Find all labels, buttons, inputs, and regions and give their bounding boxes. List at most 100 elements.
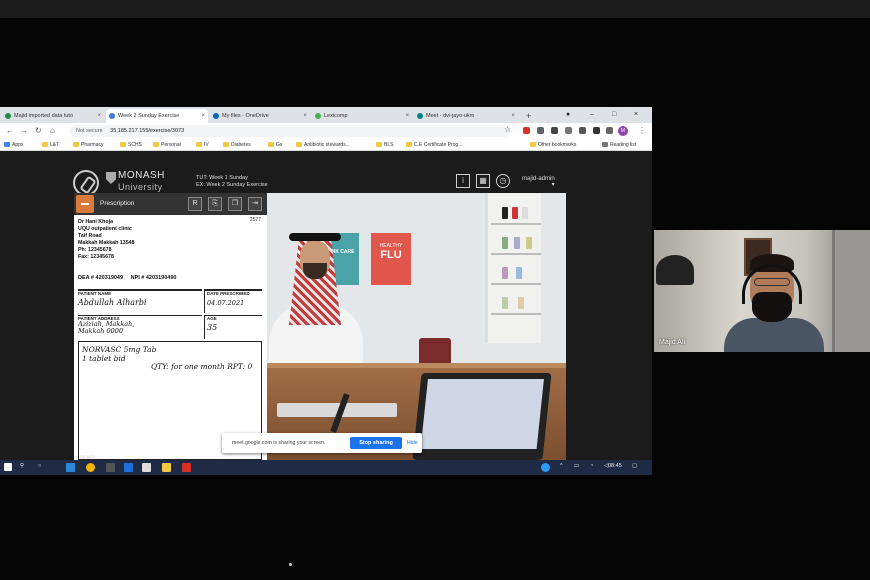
stop-sharing-button[interactable]: Stop sharing <box>350 437 402 449</box>
new-tab-button[interactable]: + <box>526 109 531 123</box>
bookmark-star-icon[interactable]: ☆ <box>504 123 511 137</box>
pharmacy-scene: THINK CARE HEALTHY FLU <box>267 193 566 460</box>
extension-icon[interactable] <box>523 127 530 134</box>
chevron-up-icon[interactable]: ^ <box>560 463 563 469</box>
hide-button[interactable]: Hide <box>407 440 418 446</box>
wifi-icon[interactable]: ◔ <box>590 463 593 469</box>
bookmark-folder[interactable]: Antibiotic stewards... <box>296 140 350 150</box>
close-window-icon[interactable]: × <box>634 108 638 122</box>
username: majid-admin <box>522 176 555 182</box>
battery-icon[interactable]: ▭ <box>574 463 579 469</box>
clinic-fax: Fax: 12345678 <box>78 254 114 260</box>
prescription-tab-icon[interactable] <box>76 195 94 213</box>
patient-name: Abdullah Alharbi <box>78 298 147 307</box>
bookmark-folder[interactable]: Gx <box>268 140 282 150</box>
bookmark-label: Gx <box>276 142 283 148</box>
door <box>832 230 870 352</box>
windows-start-icon[interactable] <box>4 463 12 471</box>
clock[interactable]: 08:45 <box>606 463 622 469</box>
browser-tab[interactable]: Majid imported data tuto × <box>2 109 104 123</box>
close-icon[interactable]: × <box>303 109 307 123</box>
user-menu[interactable]: majid-admin ▾ <box>522 176 555 188</box>
maximize-icon[interactable]: □ <box>612 108 616 122</box>
clinic-road: Taif Road <box>78 233 102 239</box>
brand-top: MONASH <box>118 170 165 181</box>
shelf-board <box>491 223 541 225</box>
browser-tab[interactable]: My files - OneDrive × <box>210 109 310 123</box>
close-icon[interactable]: × <box>511 109 515 123</box>
timer-icon[interactable]: ◷ <box>496 174 510 188</box>
tool-document-icon[interactable]: ⎘ <box>208 197 222 211</box>
extension-icon[interactable] <box>551 127 558 134</box>
prescription-panel: Prescription R ⎘ ❐ ⇥ 2577 Dr Hani Khoja … <box>74 193 267 460</box>
tool-export-icon[interactable]: ⇥ <box>248 197 262 211</box>
windows-taskbar: ⚲ ○ ^ ▭ ◔ ◁ 08:45 ▢ <box>0 460 652 475</box>
minimize-icon[interactable]: – <box>590 108 594 122</box>
extension-icon[interactable] <box>537 127 544 134</box>
shelf-board <box>491 313 541 315</box>
patient-name-field: PATIENT NAME Abdullah Alharbi <box>78 289 202 313</box>
grid-icon[interactable]: ▦ <box>476 174 490 188</box>
participant-shirt <box>724 318 824 352</box>
forward-icon[interactable]: → <box>20 124 28 138</box>
laptop-screen <box>420 379 544 449</box>
bookmark-apps[interactable]: Apps <box>4 140 23 150</box>
close-icon[interactable]: × <box>201 109 205 123</box>
app-icon[interactable] <box>106 463 115 472</box>
browser-tab[interactable]: Lexicomp × <box>312 109 412 123</box>
product <box>522 207 528 219</box>
browser-tab[interactable]: Meet - dvi-jayo-ukm × <box>414 109 518 123</box>
bookmark-folder[interactable]: Personal <box>153 140 181 150</box>
outlook-icon[interactable] <box>124 463 133 472</box>
participant-name: Majid Ali <box>659 339 686 346</box>
bookmark-label: Pharmacy <box>81 142 104 148</box>
bookmark-folder[interactable]: BLS <box>376 140 393 150</box>
search-icon[interactable]: ⚲ <box>20 463 24 469</box>
product <box>516 267 522 279</box>
other-bookmarks[interactable]: Other bookmarks <box>530 140 576 150</box>
bookmark-folder[interactable]: IV <box>196 140 209 150</box>
close-icon[interactable]: × <box>97 109 101 123</box>
menu-icon[interactable]: ⋮ <box>638 124 646 138</box>
close-icon[interactable]: × <box>405 109 409 123</box>
home-icon[interactable]: ⌂ <box>50 124 55 138</box>
bookmark-folder[interactable]: L&T <box>42 140 59 150</box>
browser-tab-active[interactable]: Week 2 Sunday Exercise × <box>106 109 208 123</box>
bookmark-folder[interactable]: C.E Certificate Prog... <box>406 140 462 150</box>
tab-label: Majid imported data tuto <box>14 113 74 119</box>
doctor-name: Dr Hani Khoja <box>78 219 114 225</box>
file-explorer-icon[interactable] <box>162 463 171 472</box>
notifications-icon[interactable]: ▢ <box>632 463 637 469</box>
address-line-2: Makkah 0000 <box>78 326 124 335</box>
bookmark-folder[interactable]: Diabetes <box>223 140 251 150</box>
extension-icon[interactable] <box>593 127 600 134</box>
address-bar[interactable]: Not secure 35.185.217.155/exercise/3073 <box>70 125 510 137</box>
bookmark-folder[interactable]: SCHS <box>120 140 142 150</box>
participant-video-tile[interactable]: Majid Ali <box>654 230 870 352</box>
npi-number: NPI # 4203190490 <box>130 275 177 281</box>
folder-icon <box>296 142 302 147</box>
account-icon[interactable]: ● <box>566 108 570 122</box>
bookmark-label: BLS <box>384 142 394 148</box>
acrobat-icon[interactable] <box>182 463 191 472</box>
reading-list[interactable]: Reading list <box>602 140 636 150</box>
chrome-icon[interactable] <box>86 463 95 472</box>
info-icon[interactable]: i <box>456 174 470 188</box>
product <box>502 207 508 219</box>
puzzle-icon[interactable] <box>606 127 613 134</box>
weather-icon[interactable] <box>541 463 550 472</box>
back-icon[interactable]: ← <box>6 124 14 138</box>
store-icon[interactable] <box>142 463 151 472</box>
reload-icon[interactable]: ↻ <box>35 124 42 138</box>
tool-refill-icon[interactable]: R <box>188 197 202 211</box>
extension-icon[interactable] <box>565 127 572 134</box>
edge-icon[interactable] <box>66 463 75 472</box>
product <box>526 237 532 249</box>
bookmark-folder[interactable]: Pharmacy <box>73 140 104 150</box>
profile-avatar[interactable]: M <box>618 126 628 136</box>
task-view-icon[interactable]: ○ <box>38 463 41 469</box>
extension-icon[interactable] <box>579 127 586 134</box>
product-shelf <box>485 193 541 343</box>
product <box>518 297 524 309</box>
tool-copy-icon[interactable]: ❐ <box>228 197 242 211</box>
